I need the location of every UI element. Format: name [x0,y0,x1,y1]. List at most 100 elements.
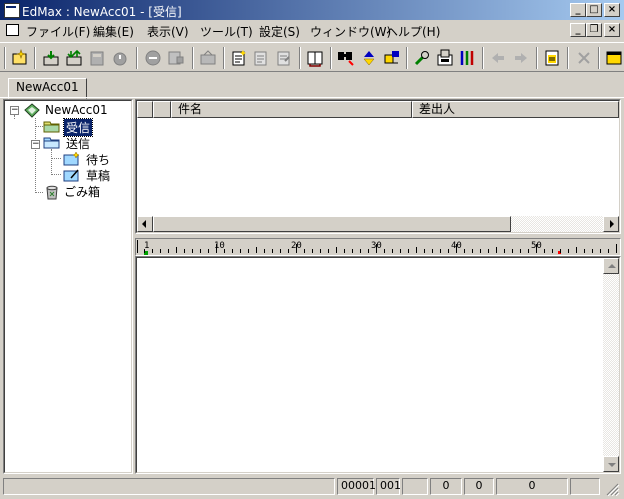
ruler-tick [512,249,513,253]
tree-folder-inbox[interactable]: 受信 [62,118,94,137]
status-count-3: 0 [496,478,568,495]
ruler-tick [144,249,145,253]
minimize-button[interactable]: _ [570,3,586,17]
menu-tools[interactable]: ツール(T) [200,23,253,40]
receive-icon[interactable] [42,49,60,67]
preview-vscrollbar[interactable] [603,258,619,472]
tree-account-label[interactable]: NewAcc01 [45,103,108,117]
ruler-tick [480,249,481,253]
ruler-tick [280,249,281,253]
scroll-left-button[interactable] [137,216,153,232]
check-icon[interactable] [111,49,129,67]
ruler-tick [352,249,353,253]
print-icon[interactable] [167,49,185,67]
mdi-minimize-button[interactable]: _ [570,23,586,37]
toolbar [0,42,624,72]
menu-window[interactable]: ウィンドウ(W) [310,23,391,40]
status-count-2: 0 [464,478,494,495]
ruler-tick [392,249,393,253]
ruler-tick [608,249,609,253]
tree-folder-drafts[interactable]: 草稿 [86,167,110,184]
ruler-tick [224,249,225,253]
inbox-folder-icon [43,121,60,133]
address-book-icon[interactable] [306,49,324,67]
move-icon[interactable] [383,49,401,67]
print-preview-icon[interactable] [199,49,217,67]
send-receive-icon[interactable] [65,49,83,67]
maximize-button[interactable]: □ [586,3,602,17]
status-field [402,478,428,495]
ruler-tick [600,249,601,253]
forward-arrow-icon[interactable] [512,49,530,67]
toolbar-separator [330,47,332,69]
column-header-flag[interactable] [137,101,153,118]
column-header-subject[interactable]: 件名 [171,101,412,118]
window-icon[interactable] [605,49,623,67]
ruler-tick [472,249,473,253]
note-icon[interactable] [543,49,561,67]
ruler-tick [184,249,185,253]
tree-line [35,192,43,193]
ruler-tick [488,249,489,253]
menu-edit[interactable]: 編集(E) [93,23,134,40]
forward-icon[interactable] [275,49,293,67]
stop-icon[interactable] [144,49,162,67]
ruler-tick [328,249,329,253]
document-icon[interactable] [6,24,19,36]
drafts-folder-icon [63,169,79,182]
status-count-1: 0 [430,478,462,495]
ruler-tick [504,249,505,253]
ruler-tick [248,249,249,253]
close-button[interactable]: × [604,3,620,17]
column-header-status[interactable] [153,101,171,118]
collapse-account-toggle[interactable]: − [10,106,19,115]
ruler-tick [208,249,209,253]
settings-icon[interactable] [458,49,476,67]
send-icon[interactable] [88,49,106,67]
scroll-up-button[interactable] [603,258,619,274]
ruler-tick [312,249,313,253]
scroll-right-button[interactable] [603,216,619,232]
up-down-icon[interactable] [360,49,378,67]
tools-icon[interactable] [413,49,431,67]
tree-folder-sent[interactable]: 送信 [66,135,90,152]
column-header-from[interactable]: 差出人 [412,101,619,118]
ruler-tick [344,249,345,253]
ruler-tick [216,244,217,253]
menu-file[interactable]: ファイル(F) [26,23,90,40]
menu-help[interactable]: ヘルプ(H) [386,23,440,40]
back-icon[interactable] [489,49,507,67]
tree-folder-queue[interactable]: 待ち [86,151,110,168]
tab-newacc01[interactable]: NewAcc01 [8,78,87,99]
delete-icon[interactable] [575,49,593,67]
ruler-tick [296,244,297,253]
app-icon[interactable] [4,3,20,18]
ruler-tick [240,249,241,253]
ruler-tick [560,249,561,253]
scroll-down-button[interactable] [603,456,619,472]
account-icon[interactable] [436,49,454,67]
toolbar-separator [598,47,600,69]
message-list-hscrollbar[interactable] [137,216,619,232]
hscroll-thumb[interactable] [153,216,511,232]
reply-icon[interactable] [252,49,270,67]
ruler-tick [192,249,193,253]
resize-grip[interactable] [604,482,620,497]
find-icon[interactable] [337,49,355,67]
sent-folder-icon [43,137,60,149]
ruler-tick [416,247,417,253]
tree-folder-trash[interactable]: ごみ箱 [64,183,100,200]
toolbar-grip[interactable] [4,47,6,69]
ruler-tick [544,249,545,253]
collapse-sent-toggle[interactable]: − [31,140,40,149]
new-mail-icon[interactable] [11,49,29,67]
mdi-close-button[interactable]: × [604,23,620,37]
ruler-tick [528,249,529,253]
compose-icon[interactable] [230,49,248,67]
menu-view[interactable]: 表示(V) [147,23,189,40]
tree-line [35,118,36,193]
mdi-restore-button[interactable]: ❐ [586,23,602,37]
title-bar[interactable]: EdMax : NewAcc01 - [受信] _ □ × [0,0,624,20]
menu-settings[interactable]: 設定(S) [259,23,300,40]
ruler-tick [200,249,201,253]
